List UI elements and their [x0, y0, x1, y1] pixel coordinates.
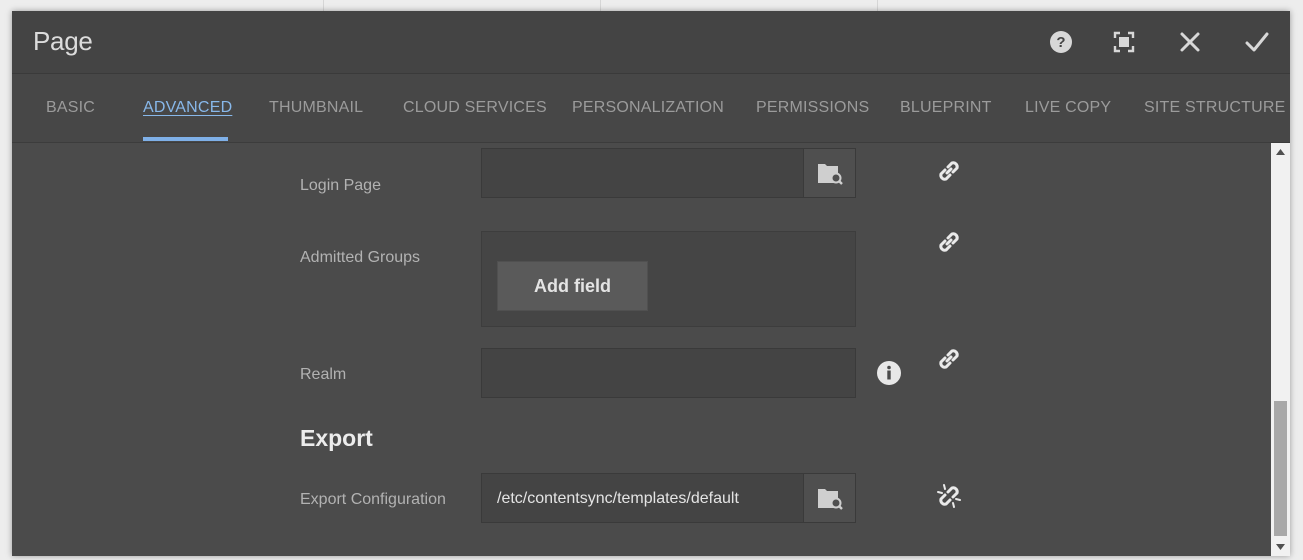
folder-search-icon — [817, 489, 843, 510]
arrow-up-icon — [1276, 149, 1285, 155]
help-button[interactable]: ? — [1046, 27, 1076, 57]
tab-blueprint[interactable]: BLUEPRINT — [900, 99, 992, 117]
admitted-groups-label: Admitted Groups — [300, 249, 421, 266]
login-page-label: Login Page — [300, 177, 381, 194]
done-button[interactable] — [1242, 27, 1272, 57]
close-icon — [1180, 32, 1200, 52]
export-configuration-browse-button[interactable] — [803, 474, 855, 522]
dialog-title: Page — [33, 26, 93, 56]
page-properties-dialog: Page ? BASIC ADVANCED THUMBNAIL CLOUD SE… — [12, 11, 1290, 556]
fullscreen-button[interactable] — [1109, 27, 1139, 57]
login-page-field[interactable] — [481, 148, 856, 198]
checkmark-icon — [1245, 32, 1269, 52]
link-icon — [939, 161, 959, 181]
admitted-groups-inheritance-button[interactable] — [934, 227, 964, 257]
tab-cloud-services[interactable]: CLOUD SERVICES — [403, 99, 547, 117]
link-icon — [939, 349, 959, 369]
scroll-down-button[interactable] — [1271, 538, 1290, 556]
help-icon: ? — [1050, 31, 1072, 53]
broken-link-icon — [937, 484, 961, 508]
login-page-browse-button[interactable] — [803, 149, 855, 197]
scroll-thumb[interactable] — [1274, 401, 1287, 536]
realm-input[interactable] — [481, 348, 856, 398]
tab-content: Login Page Admitted Groups Add field Rea… — [12, 143, 1290, 556]
tab-basic[interactable]: BASIC — [46, 99, 95, 117]
arrow-down-icon — [1276, 544, 1285, 550]
realm-inheritance-button[interactable] — [934, 344, 964, 374]
login-page-inheritance-button[interactable] — [934, 156, 964, 186]
folder-search-icon — [817, 164, 843, 185]
tab-thumbnail[interactable]: THUMBNAIL — [269, 99, 363, 117]
export-configuration-label: Export Configuration — [300, 491, 446, 508]
tab-advanced[interactable]: ADVANCED — [143, 99, 232, 117]
export-section-heading: Export — [300, 425, 373, 451]
export-configuration-value: /etc/contentsync/templates/default — [497, 490, 739, 507]
tab-permissions[interactable]: PERMISSIONS — [756, 99, 869, 117]
tab-personalization[interactable]: PERSONALIZATION — [572, 99, 724, 117]
info-icon — [877, 361, 901, 385]
content-scrollbar[interactable] — [1271, 143, 1290, 556]
svg-text:?: ? — [1056, 34, 1065, 51]
fullscreen-icon — [1113, 31, 1135, 53]
dialog-header: Page ? — [12, 11, 1290, 74]
active-tab-indicator — [143, 137, 228, 141]
tab-site-structure[interactable]: SITE STRUCTURE — [1144, 99, 1285, 117]
link-icon — [939, 232, 959, 252]
export-configuration-inheritance-button[interactable] — [934, 481, 964, 511]
tab-live-copy[interactable]: LIVE COPY — [1025, 99, 1111, 117]
admitted-groups-multifield: Add field — [481, 231, 856, 327]
realm-label: Realm — [300, 366, 347, 383]
scroll-up-button[interactable] — [1271, 143, 1290, 161]
close-button[interactable] — [1175, 27, 1205, 57]
realm-info-button[interactable] — [876, 360, 902, 386]
export-configuration-field[interactable]: /etc/contentsync/templates/default — [481, 473, 856, 523]
tab-bar: BASIC ADVANCED THUMBNAIL CLOUD SERVICES … — [12, 74, 1290, 143]
add-field-button[interactable]: Add field — [497, 261, 648, 311]
